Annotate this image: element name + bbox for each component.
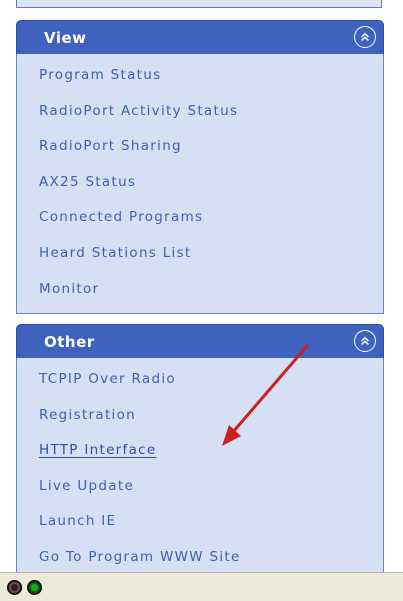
menu-item-tcpip-over-radio[interactable]: TCPIP Over Radio	[39, 362, 383, 398]
green-status-light-icon	[27, 580, 42, 595]
previous-group-bottom	[16, 0, 382, 8]
red-status-light-icon	[7, 580, 22, 595]
menu-item-ax25-status[interactable]: AX25 Status	[39, 165, 383, 201]
menu-item-connected-programs[interactable]: Connected Programs	[39, 200, 383, 236]
menu-item-http-interface[interactable]: HTTP Interface	[39, 433, 383, 469]
view-group-title: View	[44, 29, 87, 47]
task-pane: View Program Status RadioPort Activity S…	[0, 0, 403, 583]
menu-item-registration[interactable]: Registration	[39, 398, 383, 434]
view-group-header[interactable]: View	[16, 20, 384, 54]
view-group: View Program Status RadioPort Activity S…	[16, 20, 384, 315]
other-group-header[interactable]: Other	[16, 324, 384, 358]
chevron-up-icon[interactable]	[354, 26, 376, 48]
other-group-title: Other	[44, 333, 95, 351]
menu-item-live-update[interactable]: Live Update	[39, 469, 383, 505]
view-group-body: Program Status RadioPort Activity Status…	[16, 54, 384, 315]
menu-item-launch-ie[interactable]: Launch IE	[39, 504, 383, 540]
menu-item-go-to-program-www-site[interactable]: Go To Program WWW Site	[39, 540, 383, 576]
menu-item-radioport-activity-status[interactable]: RadioPort Activity Status	[39, 94, 383, 130]
menu-item-radioport-sharing[interactable]: RadioPort Sharing	[39, 129, 383, 165]
chevron-up-icon[interactable]	[354, 330, 376, 352]
menu-item-program-status[interactable]: Program Status	[39, 58, 383, 94]
other-group: Other TCPIP Over Radio Registration HTTP…	[16, 324, 384, 583]
menu-item-heard-stations-list[interactable]: Heard Stations List	[39, 236, 383, 272]
other-group-body: TCPIP Over Radio Registration HTTP Inter…	[16, 358, 384, 583]
status-bar	[0, 572, 403, 601]
menu-item-monitor[interactable]: Monitor	[39, 272, 383, 308]
